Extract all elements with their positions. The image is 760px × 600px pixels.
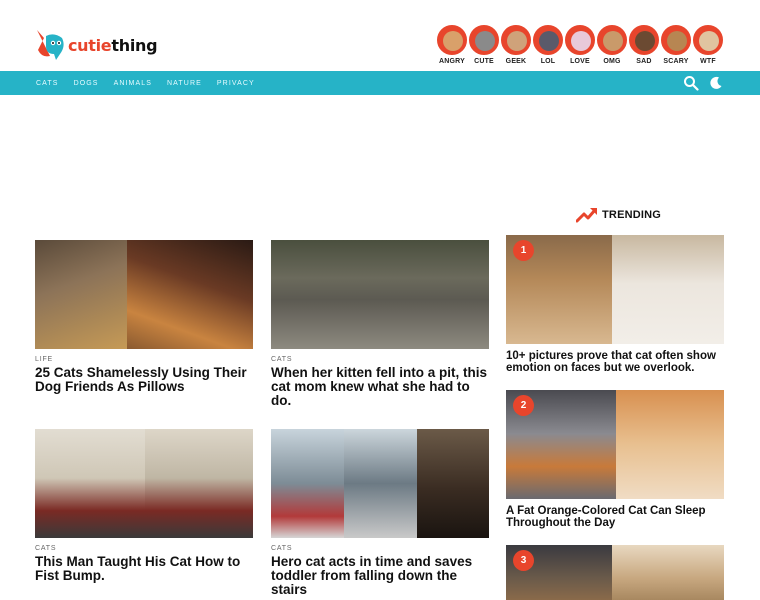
mood-scary[interactable]: SCARY bbox=[660, 25, 692, 65]
article-category[interactable]: LIFE bbox=[35, 356, 253, 363]
moon-icon[interactable] bbox=[708, 75, 724, 91]
trending-item[interactable]: 3 bbox=[506, 545, 724, 600]
mood-lol[interactable]: LOL bbox=[532, 25, 564, 65]
lol-dog-icon bbox=[533, 25, 563, 55]
article-thumbnail[interactable] bbox=[35, 240, 253, 349]
mood-angry[interactable]: ANGRY bbox=[436, 25, 468, 65]
nav-item-nature[interactable]: NATURE bbox=[167, 80, 202, 87]
article-category[interactable]: CATS bbox=[271, 545, 489, 552]
nav-item-animals[interactable]: ANIMALS bbox=[114, 80, 152, 87]
trending-title[interactable]: 10+ pictures prove that cat often show e… bbox=[506, 350, 724, 374]
logo-cat-icon bbox=[34, 28, 66, 62]
trending-rank-badge: 1 bbox=[513, 240, 534, 261]
cute-cat-icon bbox=[469, 25, 499, 55]
nav-item-dogs[interactable]: DOGS bbox=[74, 80, 99, 87]
geek-cat-icon bbox=[501, 25, 531, 55]
wtf-dog-icon bbox=[693, 25, 723, 55]
mood-reactions: ANGRY CUTE GEEK LOL LOVE OMG SAD SCARY W… bbox=[436, 25, 724, 65]
mood-omg[interactable]: OMG bbox=[596, 25, 628, 65]
trending-thumbnail[interactable]: 2 bbox=[506, 390, 724, 499]
trending-header: TRENDING bbox=[576, 207, 661, 223]
sad-dog-icon bbox=[629, 25, 659, 55]
nav-item-privacy[interactable]: PRIVACY bbox=[217, 80, 255, 87]
article-card[interactable]: CATS When her kitten fell into a pit, th… bbox=[271, 240, 489, 408]
site-header: cutiething ANGRY CUTE GEEK LOL LOVE OMG bbox=[0, 0, 760, 71]
trending-rank-badge: 3 bbox=[513, 550, 534, 571]
article-title[interactable]: Hero cat acts in time and saves toddler … bbox=[271, 555, 489, 597]
mood-geek[interactable]: GEEK bbox=[500, 25, 532, 65]
main-nav: CATS DOGS ANIMALS NATURE PRIVACY bbox=[0, 71, 760, 95]
omg-dog-icon bbox=[597, 25, 627, 55]
search-icon[interactable] bbox=[683, 75, 699, 91]
article-card[interactable]: CATS This Man Taught His Cat How to Fist… bbox=[35, 429, 253, 583]
mood-love[interactable]: LOVE bbox=[564, 25, 596, 65]
mood-wtf[interactable]: WTF bbox=[692, 25, 724, 65]
nav-item-cats[interactable]: CATS bbox=[36, 80, 59, 87]
trending-thumbnail[interactable]: 3 bbox=[506, 545, 724, 600]
article-category[interactable]: CATS bbox=[271, 356, 489, 363]
love-cat-icon bbox=[565, 25, 595, 55]
article-thumbnail[interactable] bbox=[271, 429, 489, 538]
article-title[interactable]: This Man Taught His Cat How to Fist Bump… bbox=[35, 555, 253, 583]
article-title[interactable]: 25 Cats Shamelessly Using Their Dog Frie… bbox=[35, 366, 253, 394]
article-card[interactable]: LIFE 25 Cats Shamelessly Using Their Dog… bbox=[35, 240, 253, 394]
trending-thumbnail[interactable]: 1 bbox=[506, 235, 724, 344]
trending-item[interactable]: 1 10+ pictures prove that cat often show… bbox=[506, 235, 724, 374]
logo-text: cutiething bbox=[68, 35, 158, 55]
angry-cat-icon bbox=[437, 25, 467, 55]
trending-label: TRENDING bbox=[602, 209, 662, 221]
trending-title[interactable]: A Fat Orange-Colored Cat Can Sleep Throu… bbox=[506, 505, 724, 529]
scary-dog-icon bbox=[661, 25, 691, 55]
site-logo[interactable]: cutiething bbox=[34, 28, 158, 62]
article-card[interactable]: CATS Hero cat acts in time and saves tod… bbox=[271, 429, 489, 597]
article-category[interactable]: CATS bbox=[35, 545, 253, 552]
mood-cute[interactable]: CUTE bbox=[468, 25, 500, 65]
trending-item[interactable]: 2 A Fat Orange-Colored Cat Can Sleep Thr… bbox=[506, 390, 724, 529]
article-thumbnail[interactable] bbox=[271, 240, 489, 349]
article-title[interactable]: When her kitten fell into a pit, this ca… bbox=[271, 366, 489, 408]
article-thumbnail[interactable] bbox=[35, 429, 253, 538]
trending-rank-badge: 2 bbox=[513, 395, 534, 416]
mood-sad[interactable]: SAD bbox=[628, 25, 660, 65]
trending-arrow-icon bbox=[576, 208, 597, 223]
